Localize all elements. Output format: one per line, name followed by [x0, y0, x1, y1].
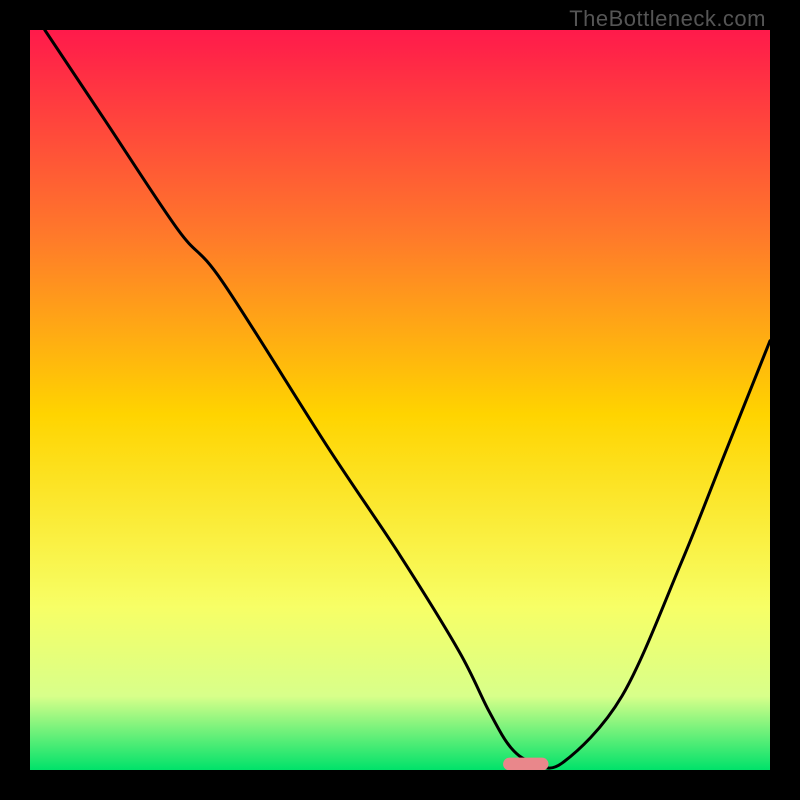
chart-frame: TheBottleneck.com: [0, 0, 800, 800]
optimal-marker: [504, 758, 548, 770]
bottleneck-chart: [30, 30, 770, 770]
heatmap-background: [30, 30, 770, 770]
watermark-text: TheBottleneck.com: [569, 6, 766, 32]
plot-area: [30, 30, 770, 770]
